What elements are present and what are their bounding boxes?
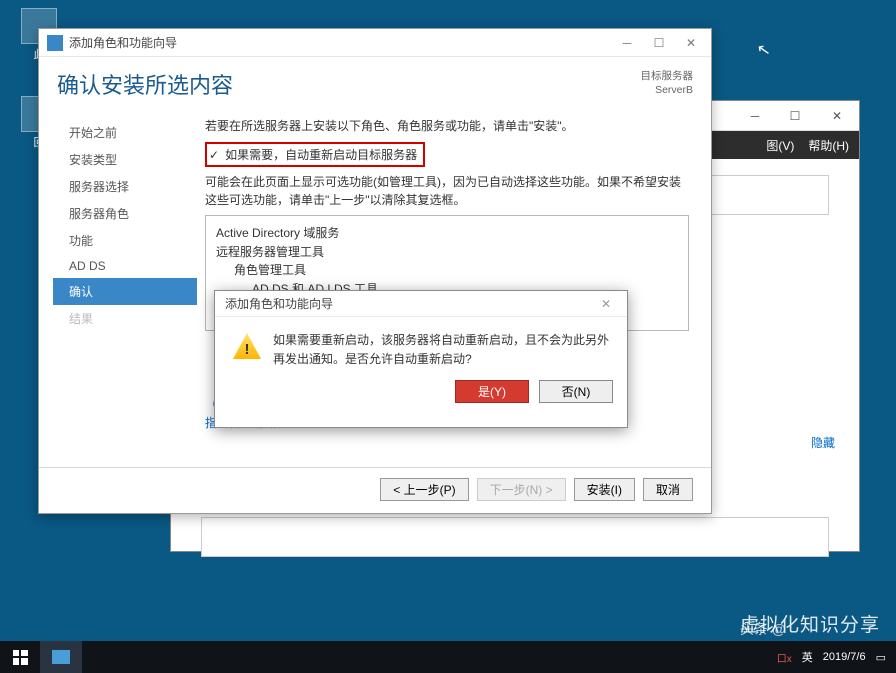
bg-minimize-button[interactable]: ─: [735, 101, 775, 131]
menu-help[interactable]: 帮助(H): [808, 137, 849, 154]
target-server-label: 目标服务器: [641, 70, 694, 84]
tray-ime[interactable]: 英: [802, 649, 813, 665]
watermark-text: 虚拟化知识分享: [740, 610, 880, 637]
bg-panel-bottom: [201, 517, 829, 557]
wizard-footer: < 上一步(P) 下一步(N) > 安装(I) 取消: [39, 467, 711, 511]
menu-view[interactable]: 图(V): [766, 137, 794, 154]
install-button[interactable]: 安装(I): [574, 478, 635, 501]
wizard-maximize-button[interactable]: ☐: [643, 31, 675, 55]
yes-button[interactable]: 是(Y): [455, 380, 529, 403]
step-before-begin[interactable]: 开始之前: [61, 119, 197, 146]
wizard-heading: 确认安装所选内容: [57, 68, 641, 100]
wizard-close-button[interactable]: ✕: [675, 31, 707, 55]
tray-network-icon[interactable]: 口x: [777, 650, 792, 665]
next-button: 下一步(N) >: [477, 478, 566, 501]
modal-message: 如果需要重新启动，该服务器将自动重新启动，且不会为此另外再发出通知。是否允许自动…: [273, 331, 609, 368]
tray-notifications-icon[interactable]: ▭: [876, 651, 886, 664]
step-adds[interactable]: AD DS: [61, 254, 197, 278]
feature-item: Active Directory 域服务: [216, 224, 678, 243]
tray-date[interactable]: 2019/7/6: [823, 651, 866, 663]
windows-start-icon: [13, 650, 28, 665]
system-tray: 口x 英 2019/7/6 ▭: [767, 649, 896, 665]
start-button[interactable]: [0, 641, 40, 673]
no-button[interactable]: 否(N): [539, 380, 613, 403]
add-roles-wizard-window: 添加角色和功能向导 ─ ☐ ✕ 确认安装所选内容 目标服务器 ServerB 开…: [38, 28, 712, 514]
wizard-minimize-button[interactable]: ─: [611, 31, 643, 55]
mouse-cursor-icon: ↖: [755, 39, 772, 61]
modal-title: 添加角色和功能向导: [225, 295, 591, 312]
restart-confirm-dialog: 添加角色和功能向导 ✕ 如果需要重新启动，该服务器将自动重新启动，且不会为此另外…: [214, 290, 628, 428]
step-features[interactable]: 功能: [61, 227, 197, 254]
step-server-select[interactable]: 服务器选择: [61, 173, 197, 200]
hide-link[interactable]: 隐藏: [811, 434, 835, 451]
server-manager-icon: [52, 650, 70, 664]
modal-titlebar: 添加角色和功能向导 ✕: [215, 291, 627, 317]
wizard-title: 添加角色和功能向导: [69, 34, 611, 51]
bg-close-button[interactable]: ✕: [815, 101, 859, 131]
optional-features-note: 可能会在此页面上显示可选功能(如管理工具)，因为已自动选择这些功能。如果不希望安…: [205, 173, 689, 209]
wizard-steps: 开始之前 安装类型 服务器选择 服务器角色 功能 AD DS 确认 结果: [39, 111, 197, 467]
previous-button[interactable]: < 上一步(P): [380, 478, 468, 501]
step-results: 结果: [61, 305, 197, 332]
step-install-type[interactable]: 安装类型: [61, 146, 197, 173]
step-confirm[interactable]: 确认: [53, 278, 197, 305]
wizard-header: 确认安装所选内容 目标服务器 ServerB: [39, 57, 711, 111]
target-server-name: ServerB: [641, 84, 694, 98]
wizard-titlebar: 添加角色和功能向导 ─ ☐ ✕: [39, 29, 711, 57]
intro-text: 若要在所选服务器上安装以下角色、角色服务或功能，请单击"安装"。: [205, 117, 689, 134]
step-server-roles[interactable]: 服务器角色: [61, 200, 197, 227]
feature-item: 角色管理工具: [216, 261, 678, 280]
restart-checkbox-highlight: ✓ 如果需要，自动重新启动目标服务器: [205, 142, 425, 167]
taskbar: 口x 英 2019/7/6 ▭: [0, 641, 896, 673]
task-server-manager[interactable]: [40, 641, 82, 673]
warning-icon: [233, 333, 261, 359]
restart-checkbox[interactable]: ✓: [209, 148, 219, 162]
feature-item: 远程服务器管理工具: [216, 243, 678, 262]
cancel-button[interactable]: 取消: [643, 478, 693, 501]
bg-maximize-button[interactable]: ☐: [775, 101, 815, 131]
wizard-app-icon: [47, 35, 63, 51]
modal-close-button[interactable]: ✕: [591, 297, 621, 311]
restart-checkbox-label: 如果需要，自动重新启动目标服务器: [225, 146, 417, 163]
